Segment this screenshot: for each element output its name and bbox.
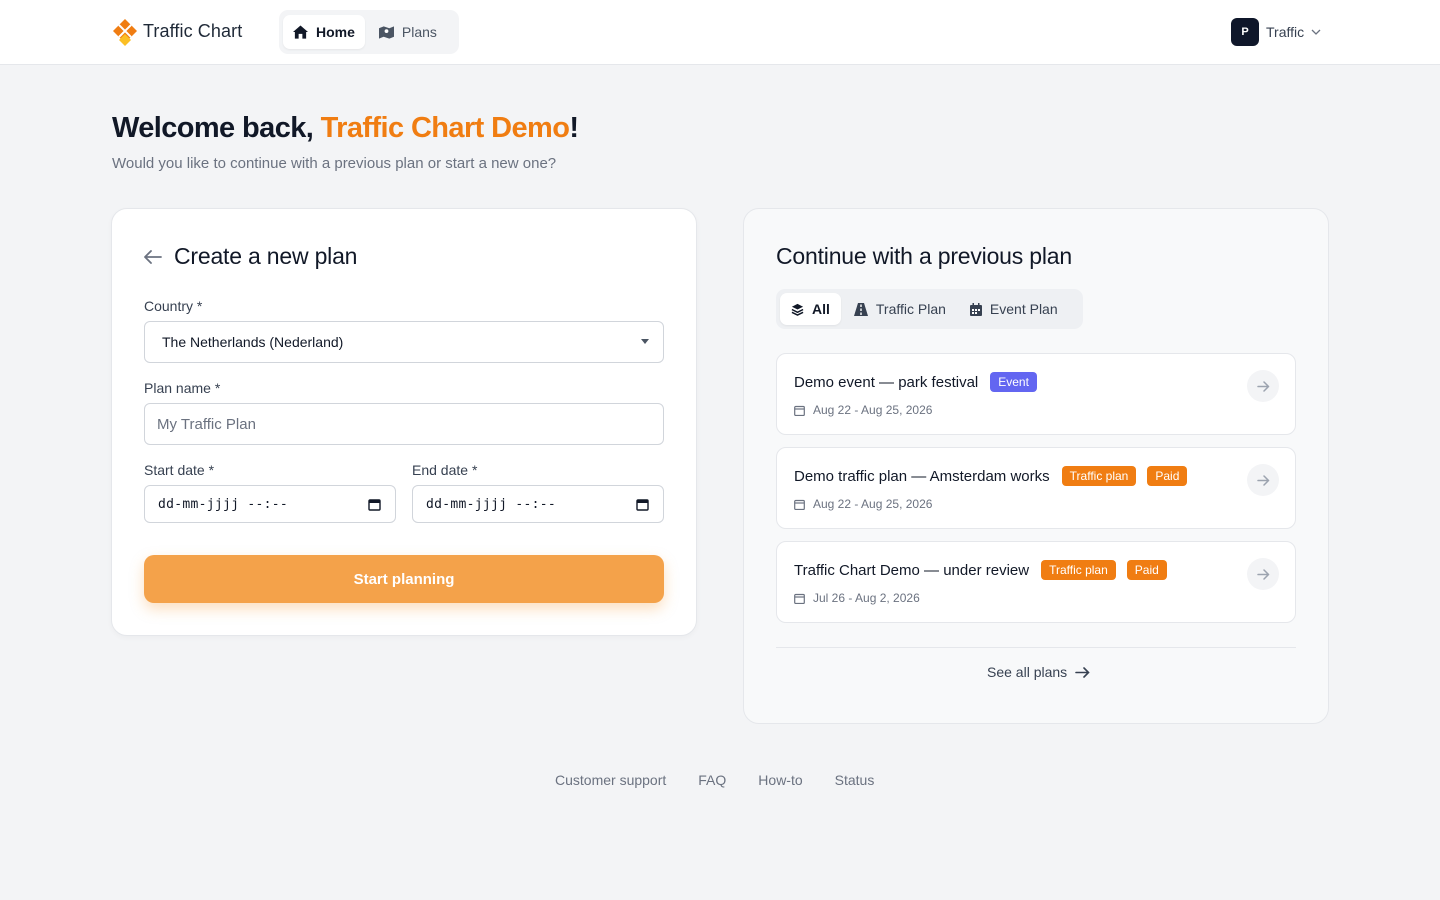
plan-title: Demo traffic plan — Amsterdam works bbox=[794, 467, 1050, 485]
map-icon bbox=[378, 26, 394, 39]
avatar: P bbox=[1231, 18, 1259, 46]
see-all-plans-link[interactable]: See all plans bbox=[987, 664, 1090, 680]
top-navigation-bar: Traffic Chart Home Plans P Traffic bbox=[0, 0, 1440, 65]
end-date-label: End date * bbox=[412, 462, 478, 478]
create-plan-card: Create a new plan Country * The Netherla… bbox=[111, 208, 697, 636]
open-plan-button[interactable] bbox=[1247, 370, 1279, 402]
paid-badge: Paid bbox=[1126, 560, 1167, 580]
filter-event-plan[interactable]: Event Plan bbox=[959, 293, 1069, 325]
filter-all[interactable]: All bbox=[780, 293, 841, 325]
traffic-chart-logo-icon bbox=[113, 19, 137, 46]
user-menu[interactable]: P Traffic bbox=[1231, 18, 1321, 46]
brand-name: Traffic Chart bbox=[143, 20, 243, 41]
plan-type-filter: All Traffic Plan Event Plan bbox=[776, 289, 1083, 329]
previous-plans-title: Continue with a previous plan bbox=[776, 243, 1072, 269]
open-plan-button[interactable] bbox=[1247, 464, 1279, 496]
plan-item[interactable]: Traffic Chart Demo — under review Traffi… bbox=[776, 541, 1296, 623]
start-planning-button[interactable]: Start planning bbox=[144, 555, 664, 603]
end-date-input[interactable]: dd-mm-jjjj --:-- bbox=[412, 485, 664, 523]
arrow-left-icon[interactable] bbox=[144, 249, 162, 264]
country-value: The Netherlands (Nederland) bbox=[162, 334, 344, 350]
chevron-down-icon bbox=[1311, 29, 1321, 35]
filter-traffic-plan[interactable]: Traffic Plan bbox=[843, 293, 957, 325]
footer-link-how-to[interactable]: How-to bbox=[758, 772, 802, 788]
home-icon bbox=[293, 25, 308, 39]
calendar-icon bbox=[969, 302, 982, 316]
nav-item-label: Plans bbox=[401, 24, 437, 40]
arrow-right-icon bbox=[1075, 666, 1090, 678]
welcome-section: Welcome back, Traffic Chart Demo! Would … bbox=[112, 112, 579, 172]
user-name: Traffic bbox=[1266, 24, 1305, 40]
traffic-plan-badge: Traffic plan bbox=[1041, 560, 1116, 580]
open-plan-button[interactable] bbox=[1247, 558, 1279, 590]
road-icon bbox=[853, 302, 868, 316]
divider bbox=[776, 647, 1296, 648]
filter-label: All bbox=[812, 301, 830, 317]
start-date-value: dd-mm-jjjj --:-- bbox=[158, 496, 289, 512]
layers-icon bbox=[791, 303, 804, 316]
filter-label: Event Plan bbox=[989, 301, 1058, 317]
calendar-icon[interactable] bbox=[368, 498, 381, 511]
footer-link-customer-support[interactable]: Customer support bbox=[555, 772, 666, 788]
previous-plans-card: Continue with a previous plan All Traffi… bbox=[743, 208, 1329, 724]
page-subtitle: Would you like to continue with a previo… bbox=[112, 155, 557, 172]
end-date-value: dd-mm-jjjj --:-- bbox=[426, 496, 557, 512]
plan-name-field bbox=[144, 403, 664, 445]
nav-item-home[interactable]: Home bbox=[283, 15, 365, 49]
start-date-input[interactable]: dd-mm-jjjj --:-- bbox=[144, 485, 396, 523]
account-name: Traffic Chart Demo bbox=[320, 112, 570, 144]
calendar-icon[interactable] bbox=[636, 498, 649, 511]
footer-links: Customer support FAQ How-to Status bbox=[555, 772, 874, 788]
footer-link-status[interactable]: Status bbox=[835, 772, 875, 788]
plan-title: Traffic Chart Demo — under review bbox=[794, 561, 1030, 579]
plan-name-label: Plan name * bbox=[144, 380, 221, 396]
see-all-label: See all plans bbox=[987, 664, 1068, 680]
arrow-right-icon bbox=[1256, 474, 1270, 486]
plan-name-input[interactable] bbox=[145, 404, 663, 444]
plan-item[interactable]: Demo traffic plan — Amsterdam works Traf… bbox=[776, 447, 1296, 529]
calendar-outline-icon bbox=[794, 405, 805, 416]
page-title: Welcome back, Traffic Chart Demo! bbox=[112, 112, 579, 144]
calendar-outline-icon bbox=[794, 593, 805, 604]
brand-logo-link[interactable]: Traffic Chart bbox=[111, 15, 242, 47]
nav-item-label: Home bbox=[316, 24, 355, 40]
calendar-outline-icon bbox=[794, 499, 805, 510]
main-nav: Home Plans bbox=[279, 10, 459, 54]
arrow-right-icon bbox=[1256, 380, 1270, 392]
caret-down-icon bbox=[641, 339, 649, 344]
plan-dates: Jul 26 - Aug 2, 2026 bbox=[813, 591, 920, 605]
plan-item[interactable]: Demo event — park festival Event Aug 22 … bbox=[776, 353, 1296, 435]
filter-label: Traffic Plan bbox=[875, 301, 946, 317]
plan-title: Demo event — park festival bbox=[794, 373, 979, 391]
country-select[interactable]: The Netherlands (Nederland) bbox=[144, 321, 664, 363]
traffic-plan-badge: Traffic plan bbox=[1061, 466, 1137, 486]
country-label: Country * bbox=[144, 298, 203, 314]
create-plan-title: Create a new plan bbox=[174, 243, 358, 269]
plan-dates: Aug 22 - Aug 25, 2026 bbox=[813, 497, 933, 511]
start-date-label: Start date * bbox=[144, 462, 215, 478]
paid-badge: Paid bbox=[1147, 466, 1188, 486]
footer-link-faq[interactable]: FAQ bbox=[698, 772, 726, 788]
plan-dates: Aug 22 - Aug 25, 2026 bbox=[813, 403, 933, 417]
nav-item-plans[interactable]: Plans bbox=[369, 15, 447, 49]
arrow-right-icon bbox=[1256, 568, 1270, 580]
event-badge: Event bbox=[990, 372, 1037, 392]
